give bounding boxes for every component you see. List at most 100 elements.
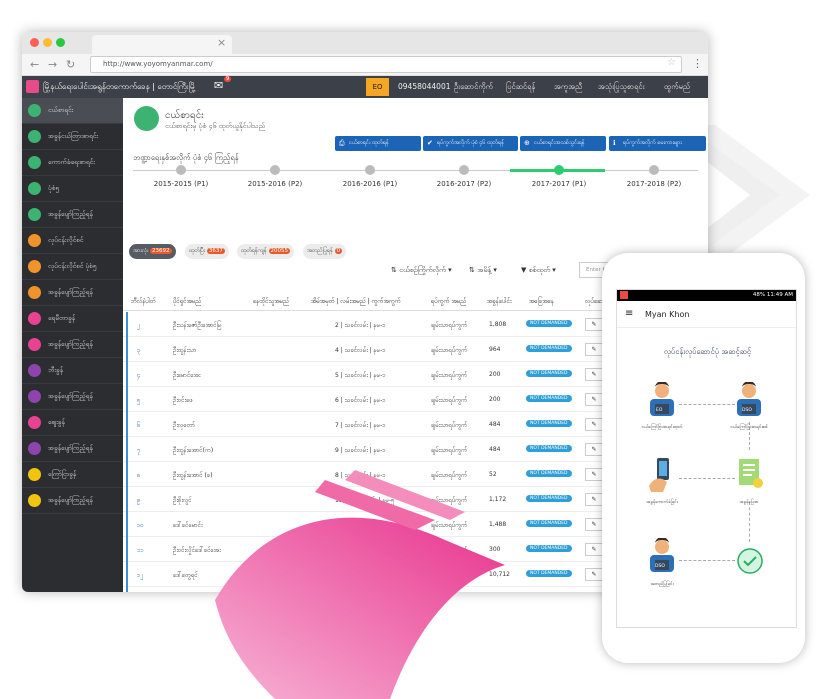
edit-icon[interactable]: ✎ (585, 443, 603, 456)
cell-bill-no: ၁၀ (137, 522, 144, 529)
col-amount[interactable]: အခွန်ပေါင်း (487, 297, 512, 306)
cell-bill-no: ၈ (137, 472, 141, 479)
edit-icon[interactable]: ✎ (585, 318, 603, 331)
mail-icon[interactable]: ✉ (214, 79, 223, 92)
connector-line (679, 404, 735, 405)
timeline-node[interactable] (649, 165, 659, 175)
timeline-period[interactable]: 2015-2015 (P1) (141, 180, 221, 188)
step-dso-badge: DSO (742, 408, 752, 413)
row-accent (126, 487, 128, 512)
chip-printed[interactable]: ထုတ်ပြီး 3637 (185, 244, 229, 259)
col-owner[interactable]: ပိုင်ရှင်အမည် (173, 297, 201, 306)
cell-owner: ဦးဝင်းလှိုင်ဒေါ်ခင်အေး (173, 547, 221, 554)
header-menu-users[interactable]: အသုံးပြုသူစာရင်း (598, 82, 645, 93)
reload-icon[interactable]: ↻ (66, 58, 75, 71)
back-icon[interactable]: ← (30, 58, 39, 71)
timeline-period[interactable]: 2016-2017 (P2) (424, 180, 504, 188)
check-icon: ✔ (427, 139, 433, 147)
sidebar-item-label: လုပ်ငန်းလိုင်စင် (48, 235, 84, 244)
header-menu-profile[interactable]: ဦးဆောင်ကိုက် (454, 82, 493, 93)
sidebar-item[interactable]: ငယ်စာရင်း (22, 98, 123, 124)
timeline-period[interactable]: 2017-2018 (P2) (614, 180, 694, 188)
edit-icon[interactable]: ✎ (585, 393, 603, 406)
col-address[interactable]: အိမ်အမှတ် | လမ်းအမည် | ကွက်အကွက် (311, 297, 401, 306)
cell-address: 9 | သခင်လမ်း | နမ-၁ (335, 447, 386, 454)
sidebar-item[interactable]: အခွန်ပျော်ကြည့်ရန် (22, 202, 123, 228)
close-tab-icon[interactable]: × (217, 36, 226, 49)
timeline-period[interactable]: 2015-2016 (P2) (235, 180, 315, 188)
sidebar-item[interactable]: ကောက်ခံရေးစာရင်း (22, 150, 123, 176)
timeline-node-active[interactable] (554, 165, 564, 175)
status-badge: NOT DEMANDED (526, 470, 572, 477)
sidebar-item[interactable]: ရေမီတာခွန် (22, 306, 123, 332)
sidebar-item[interactable]: အခွန်ပျော်ကြည့်ရန် (22, 332, 123, 358)
sidebar-item[interactable]: လုပ်ငန်းလိုင်စင် (22, 228, 123, 254)
url-field[interactable]: http://www.yoyomyanmar.com/ (90, 56, 682, 73)
list-icon (28, 104, 41, 117)
browser-tab[interactable] (92, 35, 232, 54)
sidebar-item[interactable]: အခွန်ပျော်ကြည့်ရန် (22, 280, 123, 306)
sort-filter[interactable]: ⇅ ငယ်စဉ်ကြိုက်လိုက် ▾ (391, 266, 452, 276)
sidebar-item[interactable]: လုပ်ငန်းလိုင်စင် ပုံစံ၅ (22, 254, 123, 280)
chip-pending[interactable]: ထုတ်ရန်ကျန် 20055 (237, 244, 295, 259)
badge-icon (28, 234, 41, 247)
timeline-period[interactable]: 2016-2016 (P1) (330, 180, 410, 188)
chip-approve[interactable]: အတည်ပြုရန် 0 (303, 244, 347, 259)
print-list-button[interactable]: ⎙ ငယ်စာရင်း ထုတ်ရန် (335, 136, 421, 151)
forward-icon[interactable]: → (48, 58, 57, 71)
col-bill-no[interactable]: ဘီလ်နံပါတ် (131, 297, 156, 306)
tag-icon (28, 442, 41, 455)
ward-info-button[interactable]: ℹ ရပ်ကွက်အလိုက် မေးကားများ (609, 136, 706, 151)
timeline-node[interactable] (176, 165, 186, 175)
edit-icon[interactable]: ✎ (585, 418, 603, 431)
sidebar-item-label: အခွန်ပျော်ကြည့်ရန် (48, 495, 93, 504)
add-new-entry-label: ငယ်စာရင်းအသစ်သွင်းရန် (534, 140, 585, 146)
app-brand: မြို့နယ်ရေးပေါင်းအရွန်တကောက်ခေန | တောင်က… (43, 82, 196, 91)
timeline-period-active[interactable]: 2017-2017 (P1) (519, 180, 599, 188)
sidebar-item[interactable]: ပုံစံ၅ (22, 176, 123, 202)
maximize-window-icon[interactable] (56, 38, 65, 47)
add-new-entry-button[interactable]: ⊕ ငယ်စာရင်းအသစ်သွင်းရန် (520, 136, 606, 151)
timeline-node[interactable] (459, 165, 469, 175)
sidebar-item[interactable]: အခွန်ငယ်တြားစာရင်း (22, 124, 123, 150)
print-ward-form-button[interactable]: ✔ ရပ်ကွက်အလိုက် ပုံစံ ၄၆ ထုတ်ရန် (423, 136, 518, 151)
sidebar-item-label: လုပ်ငန်းလိုင်စင် ပုံစံ၅ (48, 261, 97, 270)
sidebar-item[interactable]: ဈေးခွန် (22, 410, 123, 436)
edit-icon[interactable]: ✎ (585, 368, 603, 381)
browser-menu-icon[interactable]: ⋮ (692, 57, 703, 70)
edit-icon[interactable]: ✎ (585, 343, 603, 356)
order-filter[interactable]: ⇅ အမိန့် ▾ (469, 266, 497, 276)
edit-icon[interactable]: ✎ (585, 518, 603, 531)
edit-icon[interactable]: ✎ (585, 543, 603, 556)
minimize-window-icon[interactable] (43, 38, 52, 47)
timeline-node[interactable] (270, 165, 280, 175)
chip-all[interactable]: အားလုံး 23692 (129, 244, 176, 259)
edit-icon[interactable]: ✎ (585, 468, 603, 481)
sidebar-item[interactable]: အခွန်ပျော်ကြည့်ရန် (22, 436, 123, 462)
header-menu-logout[interactable]: ထွက်မည် (664, 82, 690, 93)
step-collect-label: အခွန်ကောက်ခံခြင်း (646, 500, 678, 505)
sidebar-item[interactable]: ဘီးခွန် (22, 358, 123, 384)
bookmark-star-icon[interactable]: ☆ (667, 57, 676, 68)
header-menu-edit[interactable]: ပြင်ဆင်ရန် (506, 82, 535, 93)
cell-amount: 484 (489, 421, 501, 428)
timeline-node[interactable] (365, 165, 375, 175)
header-menu-help[interactable]: အကူအညီ (554, 82, 582, 93)
officer-approve-icon (650, 538, 674, 572)
sidebar-item[interactable]: အခွန်ပျော်ကြည့်ရန် (22, 488, 123, 514)
col-status[interactable]: အခြေအနေ (529, 297, 554, 306)
edit-icon[interactable]: ✎ (585, 493, 603, 506)
sidebar-item-label: ဈေးခွန် (48, 417, 65, 426)
cell-owner: ဦးလှတော် (173, 422, 196, 429)
address-bar: ← → ↻ http://www.yoyomyanmar.com/ ☆ ⋮ (22, 54, 708, 76)
col-resident[interactable]: နေထိုင်သူအမည် (253, 297, 289, 306)
cell-ward: ချမ်းသာရပ်ကွက် (431, 397, 468, 404)
close-window-icon[interactable] (30, 38, 39, 47)
col-ward[interactable]: ရပ်ကွက် အမည် (431, 297, 466, 306)
funnel-filter[interactable]: ▼ စစ်ထုတ် ▾ (521, 266, 556, 276)
sidebar-item[interactable]: ကြော်ငြာခွန် (22, 462, 123, 488)
edit-icon[interactable]: ✎ (585, 568, 603, 581)
sidebar-item[interactable]: အခွန်ပျော်ကြည့်ရန် (22, 384, 123, 410)
status-badge: NOT DEMANDED (526, 570, 572, 577)
hamburger-menu-icon[interactable]: ≡ (625, 308, 633, 319)
